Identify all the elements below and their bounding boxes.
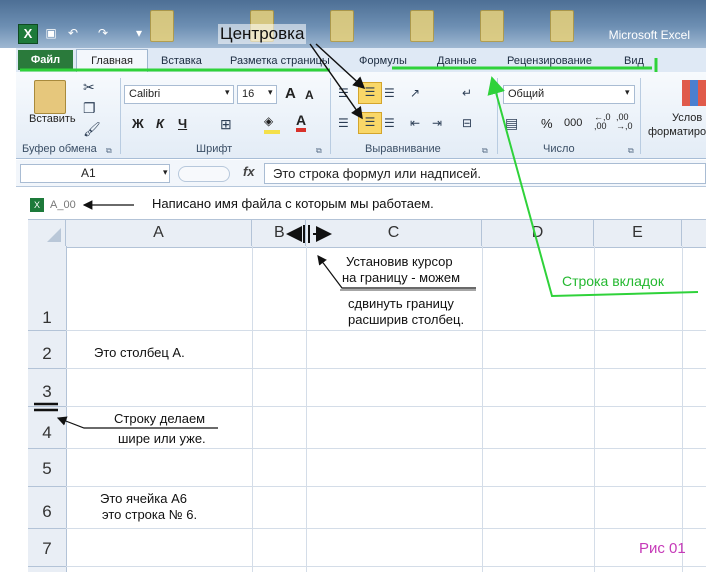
tabs-row-arrow xyxy=(487,76,699,298)
column-note-arrow xyxy=(317,255,476,289)
centering-arrow xyxy=(309,43,363,120)
annotation-overlay xyxy=(20,43,699,429)
row-note-arrow xyxy=(56,416,218,429)
centering-arrow xyxy=(315,43,366,90)
